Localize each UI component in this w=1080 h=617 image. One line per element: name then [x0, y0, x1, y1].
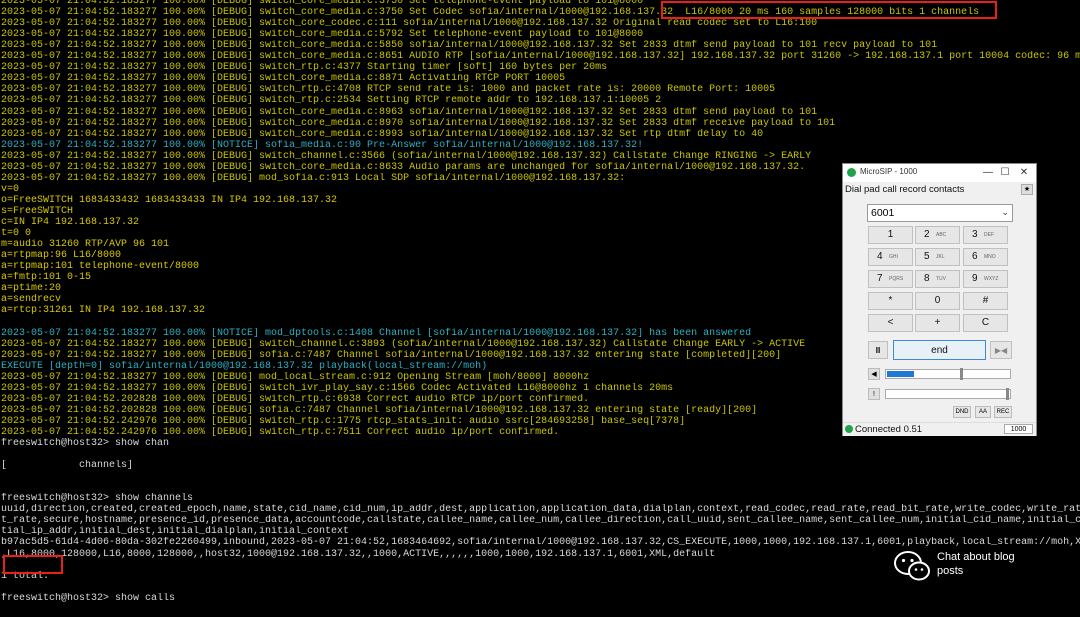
dial-key-13[interactable]: < [868, 314, 913, 332]
dial-key-digit: # [982, 295, 989, 306]
record-button[interactable]: REC [994, 406, 1012, 418]
dial-key-letters: ABC [936, 232, 947, 238]
maximize-icon[interactable]: ☐ [998, 166, 1012, 180]
speaker-volume-fill [887, 371, 914, 377]
dial-key-digit: 9 [972, 273, 978, 284]
chevron-down-icon[interactable]: ⌄ [1001, 207, 1009, 218]
terminal-line: a=rtcp:31261 IN IP4 192.168.137.32 [1, 305, 206, 317]
transfer-button[interactable]: ▶◀ [990, 341, 1012, 359]
dial-key-digit: < [887, 317, 894, 328]
end-call-button[interactable]: end [893, 340, 986, 360]
dial-key-12[interactable]: # [963, 292, 1008, 310]
dial-key-15[interactable]: C [963, 314, 1008, 332]
status-bar: Connected 0.51 1000 [843, 422, 1036, 436]
dial-key-digit: + [934, 317, 941, 328]
dial-key-letters: PQRS [889, 276, 904, 282]
dial-key-letters: WXYZ [984, 276, 999, 282]
dial-key-8[interactable]: 8 TUV [915, 270, 960, 288]
microphone-volume-thumb[interactable] [1006, 388, 1009, 400]
title-bar[interactable]: MicroSIP - 1000 — ☐ ✕ [843, 164, 1036, 182]
dial-key-letters: JKL [936, 254, 945, 260]
tab-labels[interactable]: Dial pad call record contacts [845, 184, 964, 195]
microsip-window[interactable]: MicroSIP - 1000 — ☐ ✕ Dial pad call reco… [842, 163, 1037, 436]
minimize-icon[interactable]: — [981, 166, 995, 180]
dial-key-digit: 3 [972, 229, 978, 240]
microsip-logo-icon [847, 168, 856, 177]
dial-key-letters: TUV [936, 276, 946, 282]
dial-key-3[interactable]: 3 DEF [963, 226, 1008, 244]
auto-answer-button[interactable]: AA [975, 406, 991, 418]
dial-number-input[interactable]: 6001 ⌄ [867, 204, 1013, 222]
highlight-read-codec-box [3, 555, 63, 574]
dial-key-7[interactable]: 7 PQRS [868, 270, 913, 288]
highlight-codec-box [661, 1, 997, 19]
connected-status-icon [845, 425, 853, 433]
dial-key-2[interactable]: 2 ABC [915, 226, 960, 244]
dial-key-digit: 7 [877, 273, 883, 284]
dial-key-digit: * [888, 295, 893, 306]
dial-key-14[interactable]: + [915, 314, 960, 332]
terminal-line: freeswitch@host32> show calls [1, 592, 176, 604]
wechat-logo-icon [894, 551, 930, 581]
dial-key-6[interactable]: 6 MNO [963, 248, 1008, 266]
menu-star-button[interactable]: ★ [1021, 184, 1033, 195]
dial-key-letters: DEF [984, 232, 994, 238]
microphone-icon[interactable]: ! [868, 388, 880, 400]
dial-key-digit: 6 [972, 251, 978, 262]
dial-key-digit: 1 [887, 229, 894, 240]
dial-key-10[interactable]: * [868, 292, 913, 310]
dial-key-digit: 8 [924, 273, 930, 284]
dial-key-9[interactable]: 9 WXYZ [963, 270, 1008, 288]
account-extension[interactable]: 1000 [1004, 424, 1033, 434]
tab-menu[interactable]: Dial pad call record contacts [843, 182, 1036, 196]
dial-key-1[interactable]: 1 [868, 226, 913, 244]
dial-key-letters: GHI [889, 254, 898, 260]
terminal-line: 2023-05-07 21:04:52.183277 100.00% [DEBU… [1, 172, 626, 184]
dial-key-letters: MNO [984, 254, 996, 260]
dial-key-digit: C [981, 317, 990, 328]
dnd-button[interactable]: DND [953, 406, 971, 418]
hold-button[interactable]: II [868, 341, 888, 359]
dial-key-digit: 4 [877, 251, 883, 262]
terminal-line: [ channels] [1, 460, 134, 472]
watermark-text: Chat about blog posts [937, 551, 1015, 577]
speaker-volume-thumb[interactable] [960, 368, 963, 380]
dial-key-4[interactable]: 4 GHI [868, 248, 913, 266]
speaker-volume-slider[interactable] [885, 368, 1011, 380]
status-text: Connected 0.51 [855, 424, 923, 435]
terminal-line: freeswitch@host32> show chan [1, 438, 170, 449]
dial-key-digit: 0 [934, 295, 941, 306]
dial-key-digit: 5 [924, 251, 930, 262]
dial-key-11[interactable]: 0 [915, 292, 960, 310]
close-icon[interactable]: ✕ [1017, 166, 1031, 180]
speaker-icon[interactable]: ◀ [868, 368, 880, 380]
microphone-volume-slider[interactable] [885, 388, 1011, 400]
dial-key-digit: 2 [924, 229, 930, 240]
window-title: MicroSIP - 1000 [860, 167, 918, 176]
terminal-line: ,L16,8000,128000,L16,8000,128000,,host32… [1, 548, 716, 560]
dial-key-5[interactable]: 5 JKL [915, 248, 960, 266]
dial-number-value: 6001 [871, 207, 895, 219]
